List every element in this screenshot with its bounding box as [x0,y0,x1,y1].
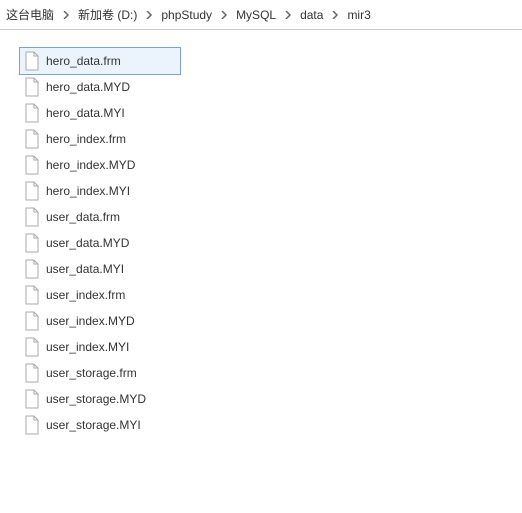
file-icon [24,207,40,227]
file-name: user_data.MYI [46,262,124,276]
file-name: user_index.MYI [46,340,129,354]
file-name: user_storage.MYD [46,392,146,406]
breadcrumb-item[interactable]: mir3 [345,6,372,24]
file-icon [24,77,40,97]
file-item[interactable]: user_storage.frm [20,360,180,386]
file-icon [24,129,40,149]
chevron-right-icon [141,11,157,19]
file-name: hero_index.MYD [46,158,135,172]
file-item[interactable]: hero_index.MYD [20,152,180,178]
file-name: user_storage.frm [46,366,137,380]
breadcrumb[interactable]: 这台电脑 新加卷 (D:) phpStudy MySQL data mir3 [0,0,522,30]
file-item[interactable]: user_storage.MYD [20,386,180,412]
chevron-right-icon [280,11,296,19]
file-name: user_storage.MYI [46,418,141,432]
file-item[interactable]: hero_data.MYD [20,74,180,100]
file-name: user_index.frm [46,288,125,302]
file-icon [24,155,40,175]
file-icon [24,51,40,71]
chevron-right-icon [216,11,232,19]
file-name: user_data.frm [46,210,120,224]
file-item[interactable]: hero_index.MYI [20,178,180,204]
file-icon [24,311,40,331]
file-item[interactable]: hero_index.frm [20,126,180,152]
file-item[interactable]: hero_data.frm [20,48,180,74]
file-name: user_index.MYD [46,314,135,328]
file-name: hero_index.frm [46,132,126,146]
file-name: hero_index.MYI [46,184,130,198]
file-icon [24,103,40,123]
chevron-right-icon [327,11,343,19]
file-list[interactable]: hero_data.frm hero_data.MYD hero_data.MY… [0,30,522,438]
file-icon [24,181,40,201]
breadcrumb-item[interactable]: MySQL [234,6,278,24]
file-icon [24,415,40,435]
file-icon [24,285,40,305]
breadcrumb-item[interactable]: 新加卷 (D:) [76,4,139,25]
file-icon [24,363,40,383]
file-icon [24,233,40,253]
file-icon [24,259,40,279]
file-name: user_data.MYD [46,236,129,250]
file-item[interactable]: hero_data.MYI [20,100,180,126]
file-name: hero_data.frm [46,54,121,68]
file-item[interactable]: user_index.MYI [20,334,180,360]
breadcrumb-item[interactable]: phpStudy [159,6,214,24]
breadcrumb-item[interactable]: data [298,6,325,24]
breadcrumb-item[interactable]: 这台电脑 [4,4,56,25]
file-name: hero_data.MYD [46,80,130,94]
file-item[interactable]: user_data.MYD [20,230,180,256]
file-item[interactable]: user_data.MYI [20,256,180,282]
file-item[interactable]: user_storage.MYI [20,412,180,438]
file-icon [24,337,40,357]
file-item[interactable]: user_index.MYD [20,308,180,334]
file-item[interactable]: user_data.frm [20,204,180,230]
file-item[interactable]: user_index.frm [20,282,180,308]
file-name: hero_data.MYI [46,106,125,120]
chevron-right-icon [58,11,74,19]
file-icon [24,389,40,409]
